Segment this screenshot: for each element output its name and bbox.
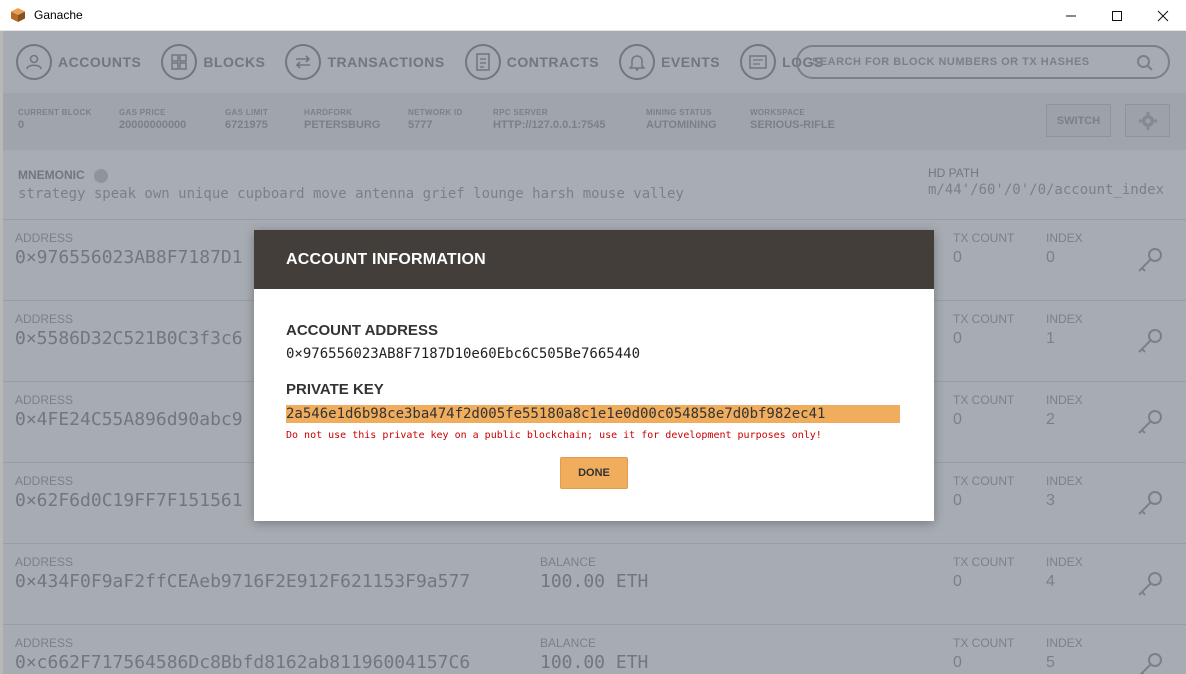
account-address-label: ACCOUNT ADDRESS — [286, 322, 438, 339]
account-info-modal: ACCOUNT INFORMATION ACCOUNT ADDRESS 0×97… — [254, 230, 934, 521]
private-key-warning: Do not use this private key on a public … — [286, 430, 822, 441]
window-title-bar: Ganache — [0, 0, 1186, 31]
close-button[interactable] — [1140, 0, 1186, 31]
account-address-value[interactable]: 0×976556023AB8F7187D10e60Ebc6C505Be76654… — [286, 346, 640, 362]
window-title: Ganache — [34, 8, 83, 22]
done-button[interactable]: DONE — [560, 457, 628, 489]
close-icon — [1157, 10, 1169, 21]
private-key-label: PRIVATE KEY — [286, 381, 384, 398]
modal-header: ACCOUNT INFORMATION — [254, 230, 934, 289]
window-edge — [0, 31, 3, 674]
minimize-icon — [1066, 15, 1076, 16]
ganache-logo-icon — [11, 8, 25, 22]
maximize-icon — [1112, 10, 1122, 21]
modal-title: ACCOUNT INFORMATION — [286, 250, 486, 268]
maximize-button[interactable] — [1094, 0, 1140, 31]
minimize-button[interactable] — [1048, 0, 1094, 31]
private-key-value[interactable]: 2a546e1d6b98ce3ba474f2d005fe55180a8c1e1e… — [286, 405, 900, 423]
